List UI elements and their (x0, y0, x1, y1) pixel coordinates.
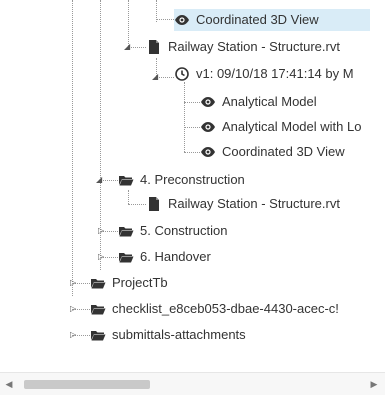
folder-open-icon (91, 279, 106, 289)
tree-guide-line (184, 82, 185, 152)
expand-arrow-icon[interactable]: ▷ (98, 253, 106, 261)
collapse-arrow-icon[interactable]: ◢ (96, 176, 104, 184)
eye-icon (201, 122, 215, 132)
tree-item-view[interactable]: Analytical Model (200, 91, 317, 113)
tree-connector (184, 127, 200, 128)
collapse-arrow-icon[interactable]: ◢ (124, 43, 132, 51)
tree-guide-line (128, 0, 129, 48)
tree-item-label: Railway Station - Structure.rvt (168, 196, 340, 211)
tree-item-view[interactable]: Coordinated 3D View (174, 9, 370, 31)
tree-item-label: 4. Preconstruction (140, 172, 245, 187)
expand-arrow-icon[interactable]: ▷ (70, 331, 78, 339)
folder-open-icon (91, 331, 106, 341)
folder-open-icon (119, 227, 134, 237)
tree-item-folder[interactable]: checklist_e8ceb053-dbae-4430-acec-c! (90, 298, 339, 320)
clock-icon (175, 67, 189, 81)
tree-guide-line (72, 0, 73, 296)
tree-item-label: checklist_e8ceb053-dbae-4430-acec-c! (112, 301, 339, 316)
tree-item-label: 6. Handover (140, 249, 211, 264)
scroll-right-arrow-icon[interactable]: ▶ (369, 378, 379, 390)
tree-item-label: submittals-attachments (112, 327, 246, 342)
expand-arrow-icon[interactable]: ▷ (70, 305, 78, 313)
expand-arrow-icon[interactable]: ▷ (98, 227, 106, 235)
tree-item-view[interactable]: Analytical Model with Lo (200, 116, 361, 138)
tree-item-version[interactable]: v1: 09/10/18 17:41:14 by M (174, 63, 354, 85)
file-icon (149, 40, 159, 54)
scroll-left-arrow-icon[interactable]: ◀ (4, 378, 14, 390)
tree-item-label: Railway Station - Structure.rvt (168, 39, 340, 54)
tree-item-folder[interactable]: submittals-attachments (90, 324, 246, 346)
horizontal-scrollbar[interactable]: ◀ ▶ (0, 372, 385, 395)
tree-item-label: Coordinated 3D View (196, 12, 319, 27)
tree-item-folder[interactable]: 6. Handover (118, 246, 211, 268)
folder-open-icon (119, 176, 134, 186)
tree-connector (184, 102, 200, 103)
eye-icon (201, 147, 215, 157)
folder-open-icon (91, 305, 106, 315)
tree-item-folder[interactable]: 5. Construction (118, 220, 227, 242)
file-tree: ◢ ◢ ◢ ▷ ▷ ▷ ▷ ▷ Coordinated 3D View Rail… (0, 0, 385, 370)
eye-icon (201, 97, 215, 107)
tree-item-file[interactable]: Railway Station - Structure.rvt (146, 36, 340, 58)
tree-connector (156, 19, 174, 20)
tree-item-label: Analytical Model (222, 94, 317, 109)
tree-connector (128, 204, 146, 205)
scrollbar-thumb[interactable] (24, 380, 150, 389)
tree-item-label: v1: 09/10/18 17:41:14 by M (196, 66, 354, 81)
tree-item-label: ProjectTb (112, 275, 168, 290)
tree-item-label: Analytical Model with Lo (222, 119, 362, 134)
file-icon (149, 197, 159, 211)
tree-item-label: 5. Construction (140, 223, 228, 238)
tree-item-file[interactable]: Railway Station - Structure.rvt (146, 193, 340, 215)
tree-item-folder[interactable]: ProjectTb (90, 272, 168, 294)
tree-connector (184, 152, 200, 153)
tree-guide-line (128, 190, 129, 204)
folder-open-icon (119, 253, 134, 263)
expand-arrow-icon[interactable]: ▷ (70, 279, 78, 287)
tree-item-folder[interactable]: 4. Preconstruction (118, 169, 245, 191)
tree-item-label: Coordinated 3D View (222, 144, 345, 159)
eye-icon (175, 15, 189, 25)
collapse-arrow-icon[interactable]: ◢ (152, 73, 160, 81)
tree-item-view[interactable]: Coordinated 3D View (200, 141, 345, 163)
